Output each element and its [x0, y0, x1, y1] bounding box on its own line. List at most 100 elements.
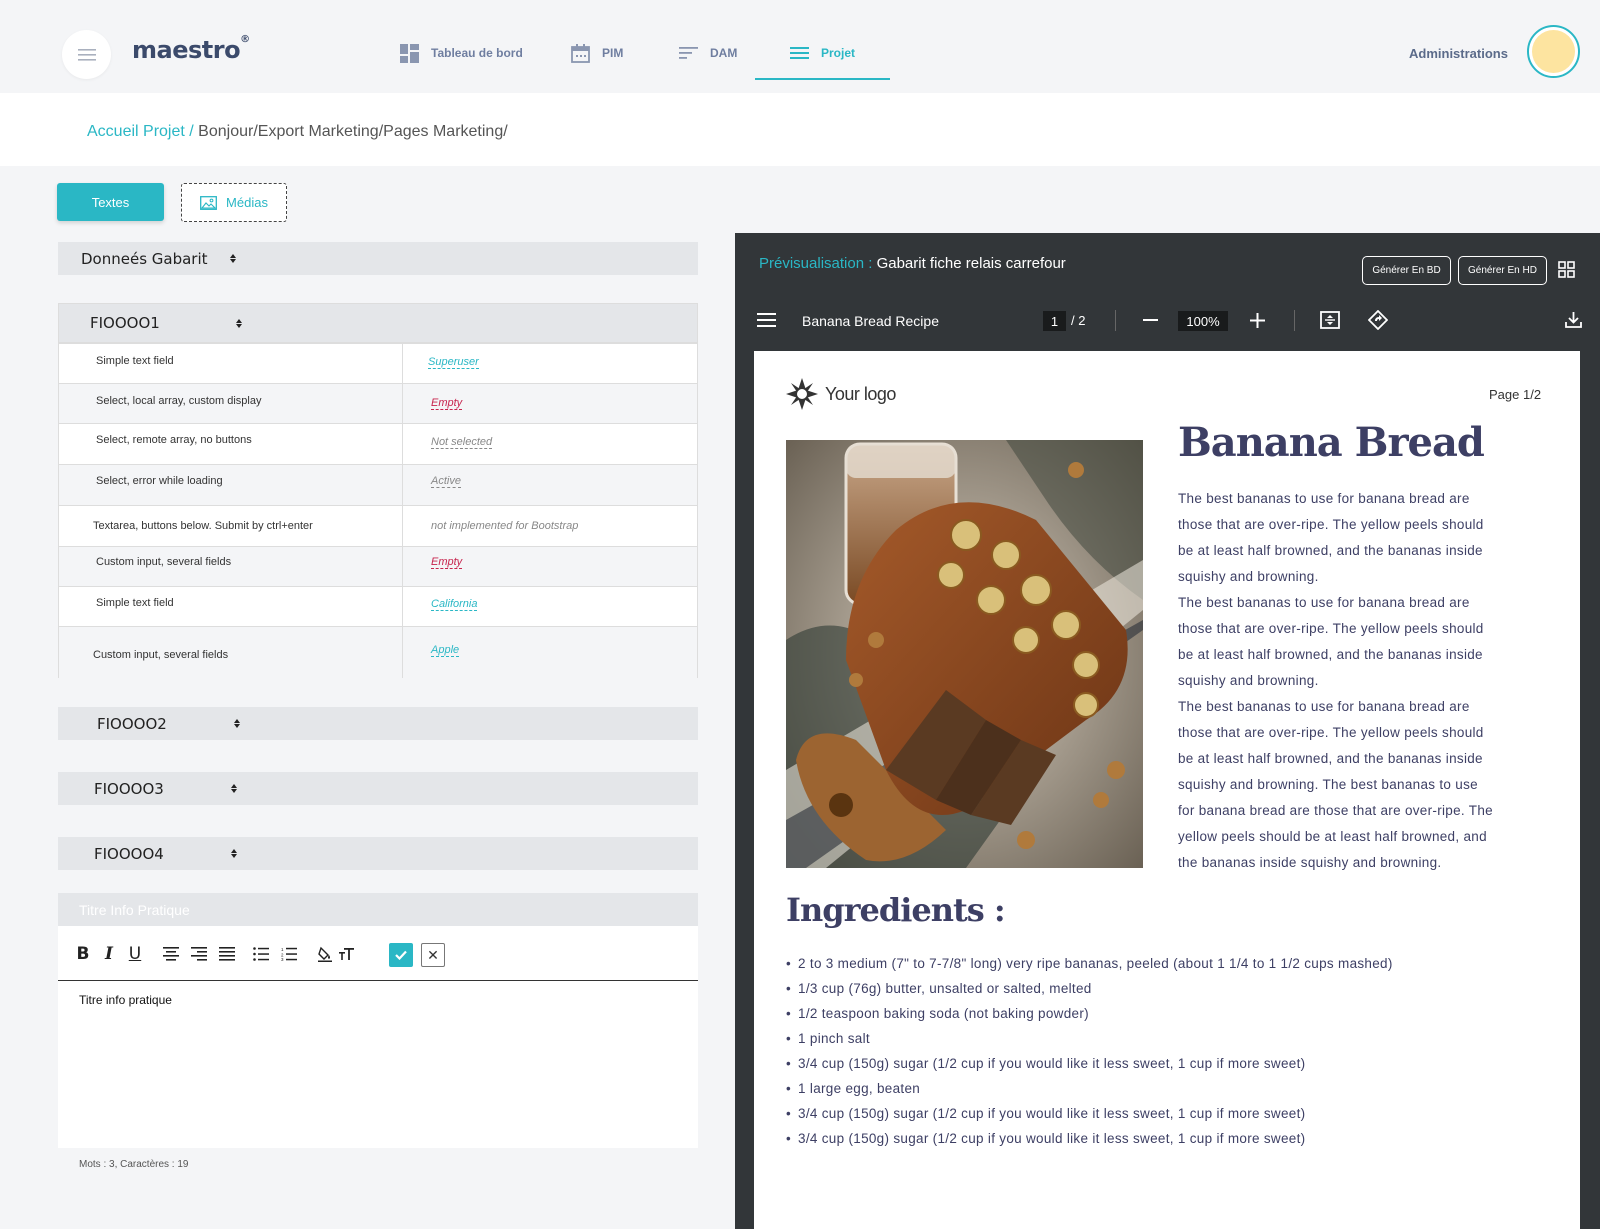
section-fi0004[interactable]: FIOOOO4: [58, 837, 698, 870]
zoom-in-icon[interactable]: [1250, 313, 1265, 328]
generate-hd-button[interactable]: Générer En HD: [1458, 256, 1547, 285]
menu-button[interactable]: [62, 30, 111, 79]
active-tab-indicator: [755, 78, 890, 80]
fields-table: Simple text field Superuser Select, loca…: [58, 343, 698, 678]
sort-icon[interactable]: [233, 718, 241, 730]
svg-text:1: 1: [281, 947, 284, 952]
italic-icon[interactable]: I: [100, 944, 118, 964]
table-row: Custom input, several fields Empty: [59, 547, 697, 587]
align-left-icon[interactable]: [162, 945, 180, 963]
bullet-list-icon[interactable]: [252, 945, 270, 963]
page-number-input[interactable]: 1: [1043, 311, 1066, 331]
list-item: 1 pinch salt: [786, 1026, 1393, 1051]
section-fi0001[interactable]: FIOOOO1: [58, 303, 698, 343]
list-item: 3/4 cup (150g) sugar (1/2 cup if you wou…: [786, 1051, 1393, 1076]
tab-medias[interactable]: Médias: [181, 183, 287, 222]
list-item: 3/4 cup (150g) sugar (1/2 cup if you wou…: [786, 1101, 1393, 1126]
nav-dam[interactable]: DAM: [679, 40, 737, 66]
sort-icon[interactable]: [235, 317, 243, 329]
preview-panel: Prévisualisation : Gabarit fiche relais …: [735, 233, 1600, 1229]
underline-icon[interactable]: U: [126, 944, 144, 964]
administrations-link[interactable]: Administrations: [1409, 46, 1508, 61]
field-value[interactable]: not implemented for Bootstrap: [431, 520, 578, 532]
confirm-button[interactable]: [389, 943, 413, 967]
field-label: Select, local array, custom display: [96, 395, 262, 407]
nav-label: PIM: [602, 46, 624, 60]
justify-icon[interactable]: [218, 945, 236, 963]
table-row: Simple text field Superuser: [59, 344, 697, 384]
bold-icon[interactable]: B: [74, 944, 92, 964]
section-fi0003[interactable]: FIOOOO3: [58, 772, 698, 805]
divider: [1115, 310, 1116, 331]
nav-label: DAM: [710, 46, 738, 60]
field-value[interactable]: Apple: [431, 644, 460, 657]
numbered-list-icon[interactable]: 123: [280, 945, 298, 963]
nav-tableau-de-bord[interactable]: Tableau de bord: [400, 40, 523, 66]
dashboard-icon: [400, 43, 419, 63]
editor-content[interactable]: Titre info pratique: [79, 993, 172, 1007]
compass-logo-icon: [786, 378, 818, 410]
avatar-image: [1532, 30, 1575, 73]
nav-projet[interactable]: Projet: [790, 40, 855, 66]
list-item: 1/2 teaspoon baking soda (not baking pow…: [786, 1001, 1393, 1026]
section-fi0002[interactable]: FIOOOO2: [58, 707, 698, 740]
pdf-page: Your logo Page 1/2 Banana Bread The best…: [754, 351, 1580, 1229]
nav-label: Tableau de bord: [431, 46, 523, 60]
breadcrumb-root[interactable]: Accueil Projet /: [87, 123, 194, 140]
editor-toolbar: B I U 123 ✕: [58, 926, 698, 981]
sort-icon[interactable]: [230, 848, 238, 860]
zoom-out-icon[interactable]: [1143, 319, 1158, 321]
field-value[interactable]: Not selected: [431, 436, 493, 449]
grid-view-icon[interactable]: [1558, 261, 1575, 278]
svg-text:3: 3: [281, 957, 284, 961]
sort-icon[interactable]: [230, 783, 238, 795]
fit-page-icon[interactable]: [1320, 311, 1340, 329]
banana-bread-photo: [786, 440, 1143, 868]
ingredients-title: Ingredients :: [786, 891, 1006, 929]
field-label: Simple text field: [96, 597, 174, 609]
nav-pim[interactable]: PIM: [571, 40, 623, 66]
cancel-button[interactable]: ✕: [421, 943, 445, 967]
section-title: Donneés Gabarit: [81, 249, 208, 268]
tab-textes[interactable]: Textes: [57, 183, 164, 221]
hamburger-icon[interactable]: [757, 313, 776, 327]
field-value[interactable]: California: [431, 598, 478, 611]
field-value[interactable]: Empty: [431, 397, 463, 410]
calendar-icon: [571, 43, 590, 63]
field-value[interactable]: Superuser: [428, 356, 479, 369]
field-label: Custom input, several fields: [96, 556, 232, 568]
field-label: Select, remote array, no buttons: [96, 434, 252, 446]
table-row: Select, error while loading Active: [59, 465, 697, 506]
nav-label: Projet: [821, 46, 856, 60]
field-label: Select, error while loading: [96, 475, 223, 487]
generate-bd-button[interactable]: Générer En BD: [1362, 256, 1451, 285]
editor-header: Titre Info Pratique: [58, 893, 698, 926]
field-value[interactable]: Active: [431, 475, 461, 488]
field-value[interactable]: Empty: [431, 556, 463, 569]
list-icon: [790, 47, 809, 59]
field-label: Textarea, buttons below. Submit by ctrl+…: [93, 520, 313, 532]
zoom-level[interactable]: 100%: [1178, 311, 1228, 331]
page-total: / 2: [1071, 313, 1086, 328]
preview-label: Prévisualisation :: [759, 255, 873, 272]
table-row: Custom input, several fields Apple: [59, 627, 697, 678]
list-item: 3/4 cup (150g) sugar (1/2 cup if you wou…: [786, 1126, 1393, 1151]
rotate-icon[interactable]: [1368, 310, 1388, 330]
text-size-icon[interactable]: [338, 945, 356, 963]
list-item: 1 large egg, beaten: [786, 1076, 1393, 1101]
avatar[interactable]: [1527, 25, 1580, 78]
page-indicator: Page 1/2: [1489, 387, 1542, 402]
sort-icon[interactable]: [229, 253, 237, 265]
preview-template-name: Gabarit fiche relais carrefour: [876, 255, 1066, 272]
app-logo[interactable]: maestro®: [132, 34, 250, 64]
download-icon[interactable]: [1565, 311, 1582, 328]
list-item: 1/3 cup (76g) butter, unsalted or salted…: [786, 976, 1393, 1001]
fill-color-icon[interactable]: [316, 945, 334, 963]
rich-text-editor[interactable]: B I U 123 ✕ Titre info pratique Mots : 3…: [58, 926, 698, 1180]
logo-text: Your logo: [825, 383, 896, 404]
breadcrumb-path: Bonjour/Export Marketing/Pages Marketing…: [198, 123, 508, 140]
section-title: FIOOOO3: [94, 779, 164, 798]
list-item: 2 to 3 medium (7" to 7-7/8" long) very r…: [786, 951, 1393, 976]
align-right-icon[interactable]: [190, 945, 208, 963]
section-donnees-gabarit[interactable]: Donneés Gabarit: [58, 242, 698, 275]
